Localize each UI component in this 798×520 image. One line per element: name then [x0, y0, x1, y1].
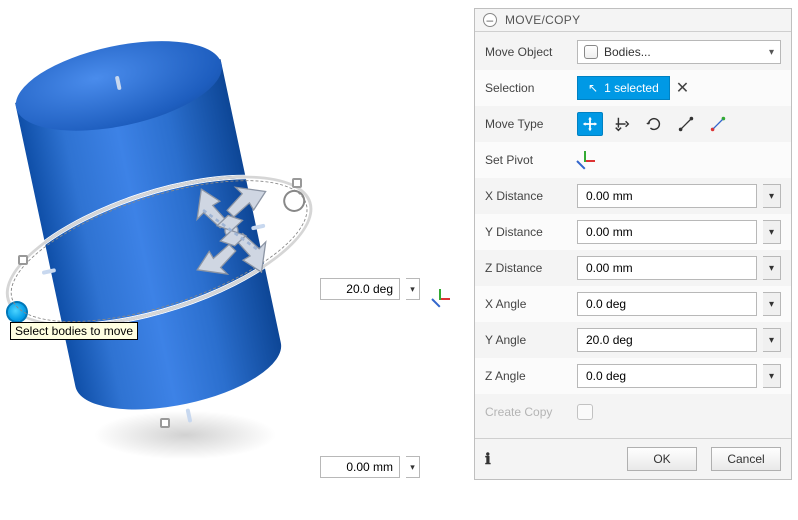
y-distance-input[interactable] — [577, 220, 757, 244]
bodies-icon — [584, 45, 598, 59]
x-distance-input[interactable] — [577, 184, 757, 208]
inline-distance-dropdown[interactable]: ▾ — [406, 456, 420, 478]
x-angle-dropdown[interactable]: ▾ — [763, 292, 781, 316]
move-type-point-to-point[interactable] — [673, 112, 699, 136]
z-angle-dropdown[interactable]: ▾ — [763, 364, 781, 388]
move-type-rotate[interactable] — [641, 112, 667, 136]
cylinder-body[interactable] — [6, 15, 295, 450]
x-angle-label: X Angle — [485, 297, 577, 311]
move-object-value: Bodies... — [604, 45, 651, 59]
manipulator-handle[interactable] — [18, 255, 28, 265]
ok-button[interactable]: OK — [627, 447, 697, 471]
create-copy-checkbox[interactable] — [577, 404, 593, 420]
viewport-3d[interactable]: Select bodies to move ▾ ▾ — [0, 0, 470, 520]
y-angle-label: Y Angle — [485, 333, 577, 347]
panel-title: MOVE/COPY — [505, 13, 580, 27]
inline-distance-field[interactable] — [320, 456, 400, 478]
move-gizmo[interactable] — [154, 154, 308, 308]
manipulator-handle[interactable] — [292, 178, 302, 188]
collapse-icon[interactable]: – — [483, 13, 497, 27]
inline-angle-input[interactable]: ▾ — [320, 278, 432, 300]
z-angle-input[interactable] — [577, 364, 757, 388]
x-distance-dropdown[interactable]: ▾ — [763, 184, 781, 208]
move-type-translate[interactable] — [609, 112, 635, 136]
manipulator-handle[interactable] — [160, 418, 170, 428]
z-distance-input[interactable] — [577, 256, 757, 280]
cancel-button[interactable]: Cancel — [711, 447, 781, 471]
hover-tooltip: Select bodies to move — [10, 322, 138, 340]
inline-angle-dropdown[interactable]: ▾ — [406, 278, 420, 300]
y-angle-dropdown[interactable]: ▾ — [763, 328, 781, 352]
z-angle-label: Z Angle — [485, 369, 577, 383]
move-type-free[interactable] — [577, 112, 603, 136]
move-type-toolbar — [577, 112, 781, 136]
z-distance-label: Z Distance — [485, 261, 577, 275]
panel-header[interactable]: – MOVE/COPY — [475, 9, 791, 32]
set-pivot-label: Set Pivot — [485, 153, 577, 167]
move-copy-panel: – MOVE/COPY Move Object Bodies... ▾ Sele… — [474, 8, 792, 480]
cursor-icon: ↖ — [588, 81, 598, 95]
x-angle-input[interactable] — [577, 292, 757, 316]
selection-count: 1 selected — [604, 81, 659, 95]
move-object-combo[interactable]: Bodies... ▾ — [577, 40, 781, 64]
chevron-down-icon: ▾ — [769, 47, 774, 58]
clear-selection-button[interactable]: ✕ — [676, 78, 689, 98]
selection-chip[interactable]: ↖ 1 selected — [577, 76, 670, 100]
move-type-label: Move Type — [485, 117, 577, 131]
z-distance-dropdown[interactable]: ▾ — [763, 256, 781, 280]
create-copy-label: Create Copy — [485, 405, 577, 419]
inline-distance-input[interactable]: ▾ — [320, 456, 420, 478]
inline-angle-field[interactable] — [320, 278, 400, 300]
info-icon[interactable]: ℹ — [485, 450, 491, 468]
move-object-label: Move Object — [485, 45, 577, 59]
y-distance-label: Y Distance — [485, 225, 577, 239]
y-angle-input[interactable] — [577, 328, 757, 352]
selection-label: Selection — [485, 81, 577, 95]
y-distance-dropdown[interactable]: ▾ — [763, 220, 781, 244]
x-distance-label: X Distance — [485, 189, 577, 203]
set-pivot-button[interactable] — [577, 151, 595, 169]
move-type-point-to-position[interactable] — [705, 112, 731, 136]
